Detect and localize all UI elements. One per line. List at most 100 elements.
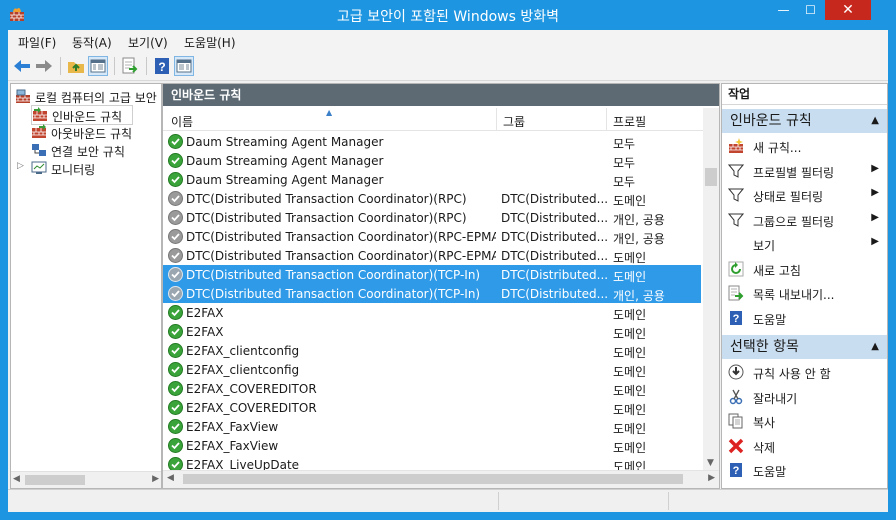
up-folder-icon[interactable] [66,56,86,76]
help-icon: ? [728,462,744,478]
tree-horizontal-scrollbar[interactable]: ◀ ▶ [11,471,161,488]
table-row[interactable]: E2FAX 도메인 [163,322,701,341]
action-item[interactable]: 복사 [722,410,887,432]
action-item[interactable]: 잘라내기 [722,386,887,408]
tree-item-monitoring[interactable]: ▷ 모니터링 [17,159,157,177]
show-hide-action-pane-button[interactable] [174,56,194,76]
scroll-right-icon[interactable]: ▶ [708,473,715,483]
action-item[interactable]: 새로 고침 [722,258,887,280]
table-row[interactable]: Daum Streaming Agent Manager 모두 [163,132,701,151]
show-hide-tree-button[interactable] [88,56,108,76]
table-row[interactable]: E2FAX_clientconfig 도메인 [163,341,701,360]
scroll-right-icon[interactable]: ▶ [152,474,159,484]
actions-section-inbound[interactable]: 인바운드 규칙 ▲ [722,109,887,133]
scroll-thumb[interactable] [705,168,717,186]
connection-security-icon [32,144,46,156]
submenu-arrow-icon: ▶ [871,211,879,223]
table-row[interactable]: E2FAX_COVEREDITOR 도메인 [163,379,701,398]
cell-group: DTC(Distributed... [501,230,607,244]
table-row[interactable]: DTC(Distributed Transaction Coordinator)… [163,189,701,208]
cell-name: E2FAX_clientconfig [186,344,300,358]
scroll-thumb[interactable] [25,475,85,485]
actions-pane-title: 작업 [722,84,887,105]
actions-section-selected[interactable]: 선택한 항목 ▲ [722,335,887,359]
rule-disabled-icon [168,248,183,263]
cell-group: DTC(Distributed... [501,268,607,282]
close-button[interactable]: ✕ [825,0,871,20]
cell-profile: 도메인 [613,327,647,341]
table-row[interactable]: E2FAX_COVEREDITOR 도메인 [163,398,701,417]
action-item[interactable]: 그룹으로 필터링 ▶ [722,209,887,231]
column-header-row: 이름 ▲ 그룹 프로필 [163,108,703,131]
column-divider[interactable] [606,108,607,130]
export-list-icon[interactable] [120,56,140,76]
forward-arrow-icon[interactable] [34,56,54,76]
tree-item-inbound-rules[interactable]: 인바운드 규칙 [31,105,133,125]
tree-item-label: 아웃바운드 규칙 [51,127,133,141]
action-item-label: 목록 내보내기... [753,288,835,302]
outbound-rules-icon [32,124,46,138]
column-header-profile[interactable]: 프로필 [613,113,646,130]
action-item[interactable]: 삭제 [722,435,887,457]
menu-help[interactable]: 도움말(H) [184,34,236,51]
cell-group: DTC(Distributed... [501,287,607,301]
table-row[interactable]: DTC(Distributed Transaction Coordinator)… [163,208,701,227]
cell-name: E2FAX_FaxView [186,439,279,453]
column-divider[interactable] [496,108,497,130]
back-arrow-icon[interactable] [12,56,32,76]
table-row[interactable]: DTC(Distributed Transaction Coordinator)… [163,246,701,265]
table-row[interactable]: E2FAX 도메인 [163,303,701,322]
action-item[interactable]: 목록 내보내기... [722,282,887,304]
status-bar [8,489,888,512]
tree-root[interactable]: 로컬 컴퓨터의 고급 보안 [15,87,161,105]
cell-profile: 개인, 공용 [613,213,665,227]
table-row[interactable]: Daum Streaming Agent Manager 모두 [163,151,701,170]
rules-vertical-scrollbar[interactable]: ▼ [703,108,719,470]
menu-view[interactable]: 보기(V) [128,34,168,51]
menu-file[interactable]: 파일(F) [18,34,56,51]
toolbar-separator [114,57,115,75]
table-row[interactable]: E2FAX_FaxView 도메인 [163,436,701,455]
filter-icon [727,163,745,179]
tree-item-outbound-rules[interactable]: 아웃바운드 규칙 [31,123,161,141]
section-label: 인바운드 규칙 [730,113,812,129]
expand-chevron-icon[interactable]: ▷ [17,161,24,171]
action-item[interactable]: 상태로 필터링 ▶ [722,184,887,206]
cell-profile: 개인, 공용 [613,289,665,303]
table-row[interactable]: E2FAX_clientconfig 도메인 [163,360,701,379]
toolbar-separator [60,57,61,75]
cell-profile: 도메인 [613,384,647,398]
table-row[interactable]: DTC(Distributed Transaction Coordinator)… [163,284,701,303]
table-row[interactable]: DTC(Distributed Transaction Coordinator)… [163,265,701,284]
collapse-chevron-icon[interactable]: ▲ [871,109,879,133]
column-header-name[interactable]: 이름 [171,113,193,130]
action-item[interactable]: ? 도움말 [722,459,887,481]
rule-enabled-icon [168,381,183,396]
action-item[interactable]: 규칙 사용 안 함 [722,361,887,383]
svg-text:?: ? [733,465,740,477]
title-bar[interactable]: 고급 보안이 포함된 Windows 방화벽 — ☐ ✕ [0,0,896,30]
submenu-arrow-icon: ▶ [871,236,879,247]
scroll-thumb[interactable] [183,474,683,484]
action-item[interactable]: ? 도움말 [722,307,887,329]
submenu-arrow-icon: ▶ [871,187,879,198]
action-item[interactable]: 새 규칙... [722,135,887,157]
help-icon[interactable]: ? [152,56,172,76]
rules-horizontal-scrollbar[interactable]: ◀ ▶ [163,470,719,488]
column-header-group[interactable]: 그룹 [503,113,525,130]
menu-action[interactable]: 동작(A) [72,34,112,51]
scroll-left-icon[interactable]: ◀ [13,474,20,484]
tree-item-connection-security-rules[interactable]: 연결 보안 규칙 [31,141,161,159]
scroll-down-icon[interactable]: ▼ [707,458,714,468]
table-row[interactable]: Daum Streaming Agent Manager 모두 [163,170,701,189]
collapse-chevron-icon[interactable]: ▲ [871,335,879,359]
action-item[interactable]: 프로필별 필터링 ▶ [722,160,887,182]
maximize-button[interactable]: ☐ [797,0,824,20]
minimize-button[interactable]: — [770,0,797,20]
scroll-left-icon[interactable]: ◀ [167,473,174,483]
action-item[interactable]: 보기 ▶ [722,233,887,255]
rule-enabled-icon [168,305,183,320]
table-row[interactable]: E2FAX_FaxView 도메인 [163,417,701,436]
table-row[interactable]: DTC(Distributed Transaction Coordinator)… [163,227,701,246]
cell-group: DTC(Distributed... [501,192,607,206]
